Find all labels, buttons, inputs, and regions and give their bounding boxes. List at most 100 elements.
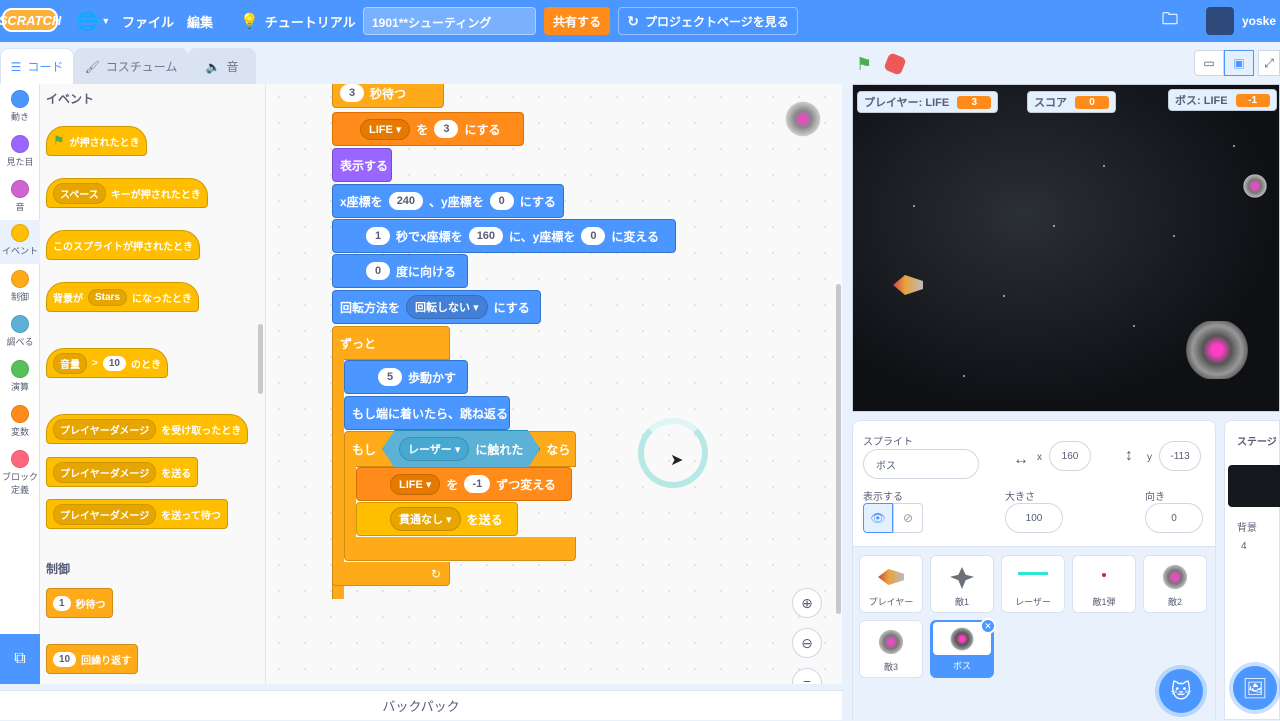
user-menu[interactable]: yoske <box>1206 0 1276 42</box>
block-move[interactable]: 5 歩動かす <box>344 360 468 394</box>
message-dropdown[interactable]: プレイヤーダメージ <box>53 418 157 440</box>
block-when-receive[interactable]: プレイヤーダメージ を受け取ったとき <box>46 414 249 444</box>
category-looks[interactable]: 見た目 <box>0 135 40 168</box>
wait-input[interactable]: 1 <box>53 595 71 611</box>
block-set-variable[interactable]: LIFE ▾ を 3 にする <box>332 112 524 146</box>
monitor-score[interactable]: スコア 0 <box>1027 91 1116 113</box>
language-menu[interactable]: 🌐 ▼ <box>76 0 110 42</box>
loudness-dropdown[interactable]: 音量 <box>53 352 87 374</box>
x-input[interactable]: 160 <box>1049 441 1091 471</box>
sprite-tile-enemy2[interactable]: 敵2 <box>1143 555 1207 613</box>
category-control[interactable]: 制御 <box>0 270 40 303</box>
stage-canvas[interactable]: プレイヤー: LIFE 3 スコア 0 ボス: LIFE -1 <box>852 84 1280 412</box>
y-input[interactable]: 0 <box>581 227 606 245</box>
backpack[interactable]: バックパック <box>0 690 842 720</box>
block-point-direction[interactable]: 0 度に向ける <box>332 254 468 288</box>
sprite-tile-enemy3[interactable]: 敵3 <box>859 620 923 678</box>
touching-condition[interactable]: レーザー ▾ に触れた <box>382 430 541 468</box>
value-input[interactable]: 3 <box>434 120 459 138</box>
rotation-dropdown[interactable]: 回転しない ▾ <box>406 295 488 319</box>
category-events[interactable]: イベント <box>0 220 40 264</box>
x-input[interactable]: 240 <box>388 192 424 210</box>
block-broadcast[interactable]: プレイヤーダメージ を送る <box>46 457 199 487</box>
value-input[interactable]: -1 <box>464 475 491 493</box>
block-when-sprite-clicked[interactable]: このスプライトが押されたとき <box>46 230 200 260</box>
category-myblocks[interactable]: ブロック定義 <box>0 450 40 496</box>
show-sprite-button[interactable]: 👁 <box>863 503 893 533</box>
zoom-out-button[interactable]: ⊖ <box>792 628 822 658</box>
small-stage-button[interactable]: ▭ <box>1194 50 1224 76</box>
category-operators[interactable]: 演算 <box>0 360 40 393</box>
category-variables[interactable]: 変数 <box>0 405 40 438</box>
sprite-tile-boss[interactable]: ✕ ボス <box>930 618 996 678</box>
loudness-input[interactable]: 10 <box>102 355 126 371</box>
category-sensing[interactable]: 調べる <box>0 315 40 348</box>
sprite-name-input[interactable]: ボス <box>863 449 979 479</box>
zoom-in-button[interactable]: ⊕ <box>792 588 822 618</box>
script-workspace[interactable]: 3 秒待つ LIFE ▾ を 3 にする 表示する x座標を 240 、y座標を 0 にする 1… <box>266 84 842 684</box>
y-input[interactable]: 0 <box>489 192 514 210</box>
folder-icon[interactable]: 🗀 <box>1162 0 1178 42</box>
block-when-backdrop-switches[interactable]: 背景が Stars になったとき <box>46 282 200 312</box>
block-forever[interactable]: ずっと <box>332 326 450 360</box>
block-goto-xy[interactable]: x座標を 240 、y座標を 0 にする <box>332 184 564 218</box>
direction-input[interactable]: 0 <box>366 262 390 280</box>
block-glide-to-xy[interactable]: 1 秒でx座標を 160 に、y座標を 0 に変える <box>332 219 676 253</box>
hide-sprite-button[interactable]: ⊘ <box>893 503 923 533</box>
tab-code[interactable]: ☰ コード <box>0 48 74 84</box>
backdrop-dropdown[interactable]: Stars <box>88 288 128 306</box>
sprite-tile-player[interactable]: プレイヤー <box>859 555 923 613</box>
sprite-tile-enemy1[interactable]: 敵1 <box>930 555 994 613</box>
block-if[interactable]: もし レーザー ▾ に触れた なら <box>344 430 576 468</box>
block-when-flag-clicked[interactable]: ⚑ が押されたとき <box>46 126 147 156</box>
block-when-loudness[interactable]: 音量 >10 のとき <box>46 348 168 378</box>
block-show[interactable]: 表示する <box>332 148 392 182</box>
block-wait[interactable]: 1 秒待つ <box>46 588 113 618</box>
tab-sound[interactable]: 🔈 音 <box>188 48 256 84</box>
palette-scrollbar[interactable] <box>258 324 263 394</box>
sprite-tile-laser[interactable]: レーザー <box>1001 555 1065 613</box>
tab-costume[interactable]: 🖌 コスチューム <box>74 48 188 84</box>
steps-input[interactable]: 5 <box>378 368 402 386</box>
stop-button[interactable] <box>883 52 907 76</box>
delete-sprite-icon[interactable]: ✕ <box>980 618 996 634</box>
add-backdrop-button[interactable]: 🖼 <box>1233 666 1277 710</box>
block-set-rotation-style[interactable]: 回転方法を 回転しない ▾ にする <box>332 290 541 324</box>
variable-dropdown[interactable]: LIFE ▾ <box>390 473 441 495</box>
block-when-key-pressed[interactable]: スペース キーが押されたとき <box>46 178 208 208</box>
add-sprite-button[interactable]: 🐱 <box>1159 669 1203 713</box>
block-broadcast-wait[interactable]: プレイヤーダメージ を送って待つ <box>46 499 228 529</box>
direction-input[interactable]: 0 <box>1145 503 1203 533</box>
green-flag-button[interactable]: ⚑ <box>856 54 872 75</box>
touch-dropdown[interactable]: レーザー ▾ <box>399 437 470 461</box>
key-dropdown[interactable]: スペース <box>53 182 106 204</box>
fullscreen-button[interactable]: ⤢ <box>1258 50 1280 76</box>
category-sound[interactable]: 音 <box>0 180 40 213</box>
project-title-input[interactable]: 1901**シューティング <box>363 7 536 35</box>
large-stage-button[interactable]: ▣ <box>1224 50 1254 76</box>
edit-menu[interactable]: 編集 <box>187 0 213 42</box>
message-dropdown[interactable]: プレイヤーダメージ <box>53 503 157 525</box>
share-button[interactable]: 共有する <box>544 7 610 35</box>
category-motion[interactable]: 動き <box>0 90 40 123</box>
secs-input[interactable]: 1 <box>366 227 390 245</box>
stage-selector[interactable]: ステージ 背景 4 🖼 <box>1224 420 1280 720</box>
wait-input[interactable]: 3 <box>340 84 364 102</box>
block-change-variable[interactable]: LIFE ▾ を -1 ずつ変える <box>356 467 572 501</box>
size-input[interactable]: 100 <box>1005 503 1063 533</box>
block-bounce-on-edge[interactable]: もし端に着いたら、跳ね返る <box>344 396 510 430</box>
block-wait[interactable]: 3 秒待つ <box>332 84 444 108</box>
scratch-logo[interactable]: SCRATCH <box>0 8 61 32</box>
message-dropdown[interactable]: プレイヤーダメージ <box>53 461 157 483</box>
workspace-scrollbar[interactable] <box>836 284 841 614</box>
block-broadcast[interactable]: 貫通なし ▾ を送る <box>356 502 518 536</box>
x-input[interactable]: 160 <box>468 227 504 245</box>
monitor-boss-life[interactable]: ボス: LIFE -1 <box>1168 89 1277 111</box>
add-extension-button[interactable]: ⧉ <box>0 634 40 684</box>
sprite-tile-enemy-bullet[interactable]: 敵1弾 <box>1072 555 1136 613</box>
tutorial-menu[interactable]: 💡 チュートリアル <box>240 0 356 42</box>
zoom-reset-button[interactable]: = <box>792 668 822 684</box>
message-dropdown[interactable]: 貫通なし ▾ <box>390 507 461 531</box>
repeat-input[interactable]: 10 <box>53 651 77 667</box>
block-repeat[interactable]: 10 回繰り返す <box>46 644 139 674</box>
